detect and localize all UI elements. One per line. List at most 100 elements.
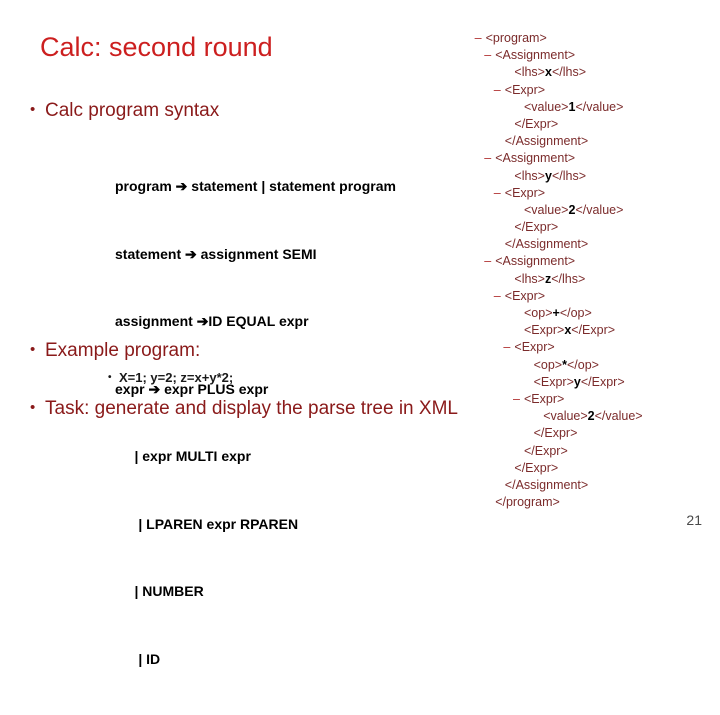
xml-tree-line: – <Expr> <box>465 288 720 305</box>
xml-closing-tag: </Expr> <box>571 323 616 338</box>
xml-tag: </Expr> <box>533 426 578 441</box>
xml-tree-line: <value>2</value> <box>465 408 720 425</box>
xml-tree-line: <value>1</value> <box>465 99 720 116</box>
xml-tag: <Assignment> <box>495 151 576 166</box>
grammar-line: | expr MULTI expr <box>115 448 251 464</box>
grammar-line: | NUMBER <box>115 583 204 599</box>
xml-tag: </Assignment> <box>504 237 589 252</box>
collapse-minus-icon[interactable]: – <box>475 30 486 47</box>
xml-tree-line: </Expr> <box>465 460 720 477</box>
xml-tree-line: – <Expr> <box>465 391 720 408</box>
xml-tag: <value> <box>543 409 588 424</box>
xml-closing-tag: </value> <box>594 409 643 424</box>
collapse-minus-icon[interactable]: – <box>494 185 505 202</box>
bullet-label: Example program: <box>45 340 201 361</box>
xml-closing-tag: </value> <box>575 202 624 217</box>
page-number: 21 <box>686 512 702 528</box>
xml-tag: <Expr> <box>504 185 546 200</box>
xml-tag: <lhs> <box>514 65 545 80</box>
xml-closing-tag: </op> <box>559 306 592 320</box>
xml-tag: </Expr> <box>514 116 559 131</box>
xml-tag: <Assignment> <box>495 254 576 269</box>
xml-tree-line: – <Expr> <box>465 339 720 356</box>
example-program-code: X=1; y=2; z=x+y*2; <box>119 370 234 385</box>
xml-closing-tag: </op> <box>566 357 599 372</box>
xml-tree-line: <lhs>x</lhs> <box>465 64 720 81</box>
bullet-task: • Task: generate and display the parse tr… <box>30 396 460 420</box>
xml-tag: <program> <box>485 31 547 45</box>
xml-value: 2 <box>587 409 595 424</box>
xml-tag: </Assignment> <box>504 134 589 149</box>
xml-tag: <Expr> <box>504 82 546 97</box>
bullet-calc-program-syntax: • Calc program syntax <box>30 98 219 123</box>
grammar-line: program ➔ statement | statement program <box>115 178 396 194</box>
xml-tree-line: <Expr>y</Expr> <box>465 374 720 391</box>
sub-bullet-dot-icon: • <box>108 372 112 383</box>
example-program-source: • X=1; y=2; z=x+y*2; <box>108 369 233 386</box>
collapse-minus-icon[interactable]: – <box>503 339 514 356</box>
bullet-label: Task: generate and display the parse tre… <box>45 398 458 419</box>
collapse-minus-icon[interactable]: – <box>494 288 505 305</box>
xml-tag: <Assignment> <box>495 48 576 63</box>
xml-value: + <box>552 306 560 320</box>
xml-tree-line: <lhs>y</lhs> <box>465 168 720 185</box>
xml-value: y <box>573 374 581 389</box>
xml-tree-line: – <Assignment> <box>465 47 720 64</box>
xml-tag: <op> <box>533 357 563 372</box>
grammar-rules-block: program ➔ statement | statement program … <box>115 130 396 715</box>
xml-tree-line: </Assignment> <box>465 236 720 253</box>
grammar-line: statement ➔ assignment SEMI <box>115 245 317 262</box>
xml-tree-line: </program> <box>465 494 720 511</box>
collapse-minus-icon[interactable]: – <box>484 47 495 64</box>
bullet-example-program: • Example program: <box>30 338 200 363</box>
xml-closing-tag: </lhs> <box>551 271 586 286</box>
xml-tree-line: <value>2</value> <box>465 202 720 219</box>
xml-tag: </Assignment> <box>504 477 589 492</box>
xml-tree-line: </Expr> <box>465 443 720 460</box>
xml-tree-line: </Expr> <box>465 219 720 236</box>
grammar-line: | ID <box>115 650 161 667</box>
xml-tag: <lhs> <box>514 271 545 286</box>
xml-closing-tag: </lhs> <box>551 168 586 183</box>
xml-tag: </Expr> <box>524 443 568 458</box>
collapse-minus-icon[interactable]: – <box>484 150 495 167</box>
bullet-dot-icon: • <box>30 399 36 416</box>
xml-closing-tag: </value> <box>575 99 624 114</box>
xml-tree-line: – <Assignment> <box>465 253 720 270</box>
xml-tag: <Expr> <box>504 288 546 303</box>
page-title: Calc: second round <box>40 32 273 62</box>
xml-tag: <Expr> <box>524 391 565 406</box>
xml-value: x <box>544 65 552 80</box>
xml-tree-line: </Assignment> <box>465 133 720 150</box>
xml-value: y <box>544 168 552 183</box>
xml-tag: <lhs> <box>514 168 545 183</box>
xml-tag: <value> <box>524 99 569 114</box>
xml-tree-line: <Expr>x</Expr> <box>465 322 720 339</box>
xml-closing-tag: </lhs> <box>551 65 586 80</box>
xml-tree-line: – <Expr> <box>465 82 720 99</box>
xml-tag: <Expr> <box>524 323 565 338</box>
grammar-line: | LPAREN expr RPAREN <box>115 515 299 532</box>
xml-tree-line: </Assignment> <box>465 477 720 494</box>
collapse-minus-icon[interactable]: – <box>494 82 505 99</box>
xml-tag: </program> <box>495 495 560 510</box>
xml-parse-tree-view[interactable]: – <program> – <Assignment> <lhs>x</lhs> – <Exp… <box>465 30 720 511</box>
xml-tree-line: – <Expr> <box>465 185 720 202</box>
xml-tree-line: – <program> <box>465 30 720 47</box>
xml-closing-tag: </Expr> <box>580 374 625 389</box>
bullet-label: Calc program syntax <box>45 100 220 121</box>
xml-tag: <Expr> <box>514 340 555 355</box>
xml-tag: <Expr> <box>533 374 574 389</box>
slide-canvas: Calc: second round • Calc program syntax … <box>0 0 720 667</box>
collapse-minus-icon[interactable]: – <box>513 391 524 408</box>
xml-tree-line: <op>*</op> <box>465 357 720 374</box>
bullet-dot-icon: • <box>30 341 36 358</box>
xml-tree-line: <lhs>z</lhs> <box>465 271 720 288</box>
xml-tree-line: </Expr> <box>465 425 720 442</box>
grammar-line: assignment ➔ID EQUAL expr <box>115 313 309 329</box>
xml-tag: <value> <box>524 202 569 217</box>
xml-tree-line: <op>+</op> <box>465 305 720 322</box>
collapse-minus-icon[interactable]: – <box>484 253 495 270</box>
xml-tree-line: </Expr> <box>465 116 720 133</box>
xml-tag: <op> <box>524 306 553 320</box>
